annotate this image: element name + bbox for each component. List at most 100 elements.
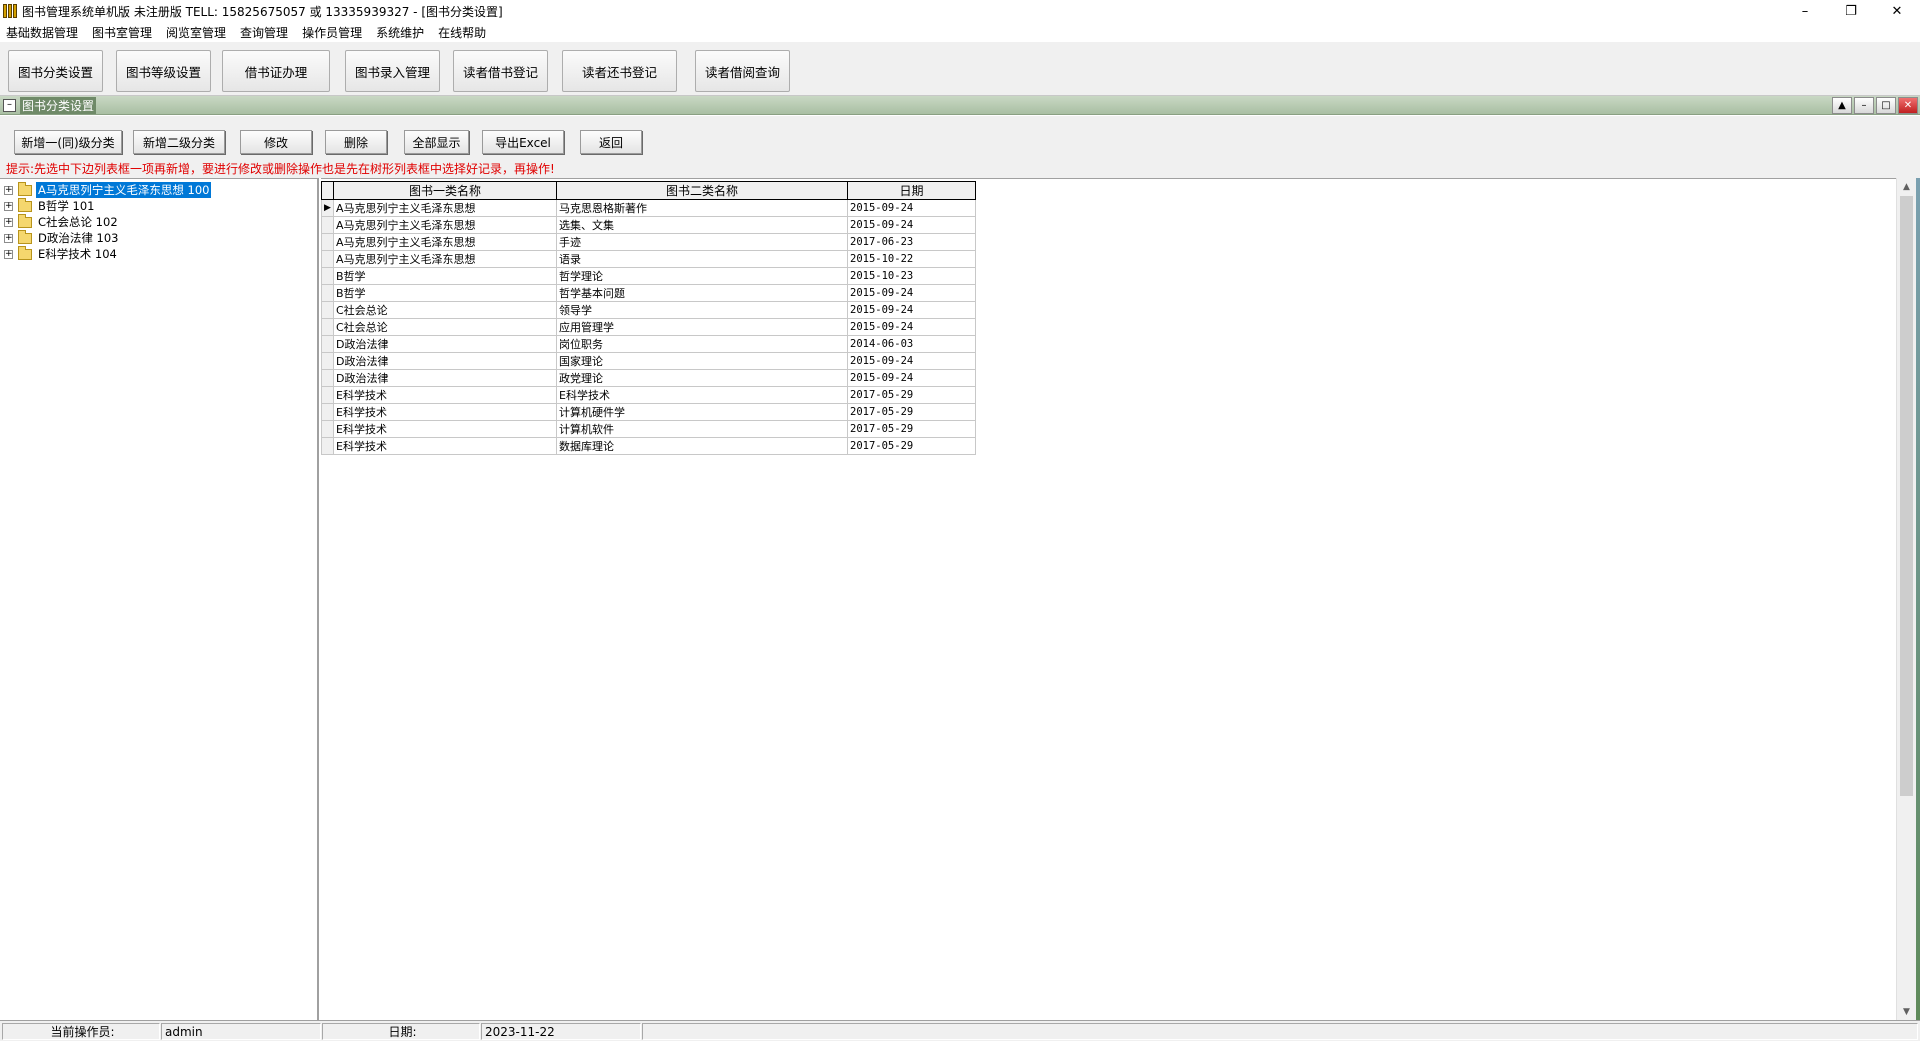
cell-first-category[interactable]: A马克思列宁主义毛泽东思想 [333,233,557,251]
column-header-date[interactable]: 日期 [847,181,976,200]
table-row[interactable]: D政治法律 国家理论 2015-09-24 [321,352,976,370]
cell-first-category[interactable]: C社会总论 [333,301,557,319]
cell-second-category[interactable]: 政党理论 [556,369,848,387]
table-row[interactable]: C社会总论 应用管理学 2015-09-24 [321,318,976,336]
category-grid[interactable]: 图书一类名称 图书二类名称 日期 ▶ A马克思列宁主义毛泽东思想 马克思恩格斯著作 2… [321,181,976,455]
cell-second-category[interactable]: E科学技术 [556,386,848,404]
cell-first-category[interactable]: D政治法律 [333,369,557,387]
row-header-cell[interactable] [321,318,334,336]
borrow-register-button[interactable]: 读者借书登记 [453,50,548,92]
cell-second-category[interactable]: 哲学理论 [556,267,848,285]
cell-date[interactable]: 2017-05-29 [847,403,976,421]
row-header-cell[interactable] [321,301,334,319]
cell-date[interactable]: 2015-10-22 [847,250,976,268]
cell-first-category[interactable]: E科学技术 [333,403,557,421]
tree-node[interactable]: + D政治法律 103 [4,229,120,246]
menu-reading-room[interactable]: 阅览室管理 [166,24,226,41]
menu-maintenance[interactable]: 系统维护 [376,24,424,41]
cell-first-category[interactable]: D政治法律 [333,335,557,353]
row-header-cell[interactable] [321,335,334,353]
cell-date[interactable]: 2015-09-24 [847,199,976,217]
cell-second-category[interactable]: 领导学 [556,301,848,319]
table-row[interactable]: D政治法律 政党理论 2015-09-24 [321,369,976,387]
book-entry-button[interactable]: 图书录入管理 [345,50,440,92]
row-header-cell[interactable] [321,420,334,438]
cell-second-category[interactable]: 应用管理学 [556,318,848,336]
child-system-menu-icon[interactable]: – [3,98,16,112]
cell-date[interactable]: 2017-05-29 [847,420,976,438]
cell-second-category[interactable]: 选集、文集 [556,216,848,234]
cell-date[interactable]: 2015-09-24 [847,352,976,370]
close-button[interactable]: ✕ [1874,0,1920,22]
table-row[interactable]: ▶ A马克思列宁主义毛泽东思想 马克思恩格斯著作 2015-09-24 [321,199,976,217]
row-header-cell[interactable] [321,216,334,234]
cell-first-category[interactable]: A马克思列宁主义毛泽东思想 [333,216,557,234]
row-header-cell[interactable] [321,267,334,285]
library-card-button[interactable]: 借书证办理 [222,50,330,92]
cell-second-category[interactable]: 计算机硬件学 [556,403,848,421]
row-header-cell[interactable] [321,369,334,387]
cell-second-category[interactable]: 手迹 [556,233,848,251]
cell-second-category[interactable]: 国家理论 [556,352,848,370]
restore-button[interactable]: ❐ [1828,0,1874,22]
cell-date[interactable]: 2015-09-24 [847,216,976,234]
expand-icon[interactable]: + [4,185,13,195]
add-sub-level-button[interactable]: 新增二级分类 [133,130,225,154]
cell-first-category[interactable]: E科学技术 [333,420,557,438]
vertical-scrollbar[interactable]: ▲ ▼ [1896,178,1916,1020]
row-header-cell[interactable] [321,437,334,455]
cell-second-category[interactable]: 岗位职务 [556,335,848,353]
delete-button[interactable]: 删除 [325,130,387,154]
cell-first-category[interactable]: B哲学 [333,267,557,285]
cell-date[interactable]: 2014-06-03 [847,335,976,353]
tree-node[interactable]: + E科学技术 104 [4,245,119,262]
cell-second-category[interactable]: 哲学基本问题 [556,284,848,302]
scroll-down-arrow-icon[interactable]: ▼ [1897,1003,1916,1020]
row-header-cell[interactable] [321,352,334,370]
cell-first-category[interactable]: A马克思列宁主义毛泽东思想 [333,199,557,217]
cell-date[interactable]: 2017-06-23 [847,233,976,251]
tree-node[interactable]: + A马克思列宁主义毛泽东思想 100 [4,181,212,198]
category-tree[interactable]: + A马克思列宁主义毛泽东思想 100 + B哲学 101 + C社会总论 10… [0,178,319,1020]
row-header-cell[interactable] [321,403,334,421]
cell-second-category[interactable]: 计算机软件 [556,420,848,438]
show-all-button[interactable]: 全部显示 [404,130,469,154]
tree-node[interactable]: + B哲学 101 [4,197,97,214]
expand-icon[interactable]: + [4,249,13,259]
table-row[interactable]: A马克思列宁主义毛泽东思想 语录 2015-10-22 [321,250,976,268]
row-header-cell[interactable] [321,386,334,404]
expand-icon[interactable]: + [4,233,13,243]
return-register-button[interactable]: 读者还书登记 [562,50,677,92]
back-button[interactable]: 返回 [580,130,642,154]
tree-node[interactable]: + C社会总论 102 [4,213,120,230]
table-row[interactable]: C社会总论 领导学 2015-09-24 [321,301,976,319]
table-row[interactable]: E科学技术 计算机软件 2017-05-29 [321,420,976,438]
column-header-first-category[interactable]: 图书一类名称 [333,181,557,200]
row-header-cell[interactable] [321,284,334,302]
child-maximize-button[interactable]: □ [1876,97,1896,114]
cell-first-category[interactable]: E科学技术 [333,437,557,455]
column-header-second-category[interactable]: 图书二类名称 [556,181,848,200]
export-excel-button[interactable]: 导出Excel [482,130,564,154]
expand-icon[interactable]: + [4,201,13,211]
table-row[interactable]: E科学技术 E科学技术 2017-05-29 [321,386,976,404]
table-row[interactable]: B哲学 哲学理论 2015-10-23 [321,267,976,285]
cell-second-category[interactable]: 马克思恩格斯著作 [556,199,848,217]
child-close-button[interactable]: ✕ [1898,97,1918,114]
minimize-button[interactable]: – [1782,0,1828,22]
menu-help[interactable]: 在线帮助 [438,24,486,41]
category-settings-button[interactable]: 图书分类设置 [8,50,103,92]
row-header-cell[interactable] [321,250,334,268]
cell-date[interactable]: 2015-09-24 [847,284,976,302]
cell-first-category[interactable]: A马克思列宁主义毛泽东思想 [333,250,557,268]
menu-query[interactable]: 查询管理 [240,24,288,41]
scrollbar-thumb[interactable] [1900,196,1913,796]
table-row[interactable]: A马克思列宁主义毛泽东思想 手迹 2017-06-23 [321,233,976,251]
cell-first-category[interactable]: E科学技术 [333,386,557,404]
row-header-cell[interactable]: ▶ [321,199,334,217]
table-row[interactable]: E科学技术 计算机硬件学 2017-05-29 [321,403,976,421]
cell-first-category[interactable]: D政治法律 [333,352,557,370]
row-header-cell[interactable] [321,233,334,251]
cell-date[interactable]: 2015-09-24 [847,369,976,387]
cell-second-category[interactable]: 语录 [556,250,848,268]
